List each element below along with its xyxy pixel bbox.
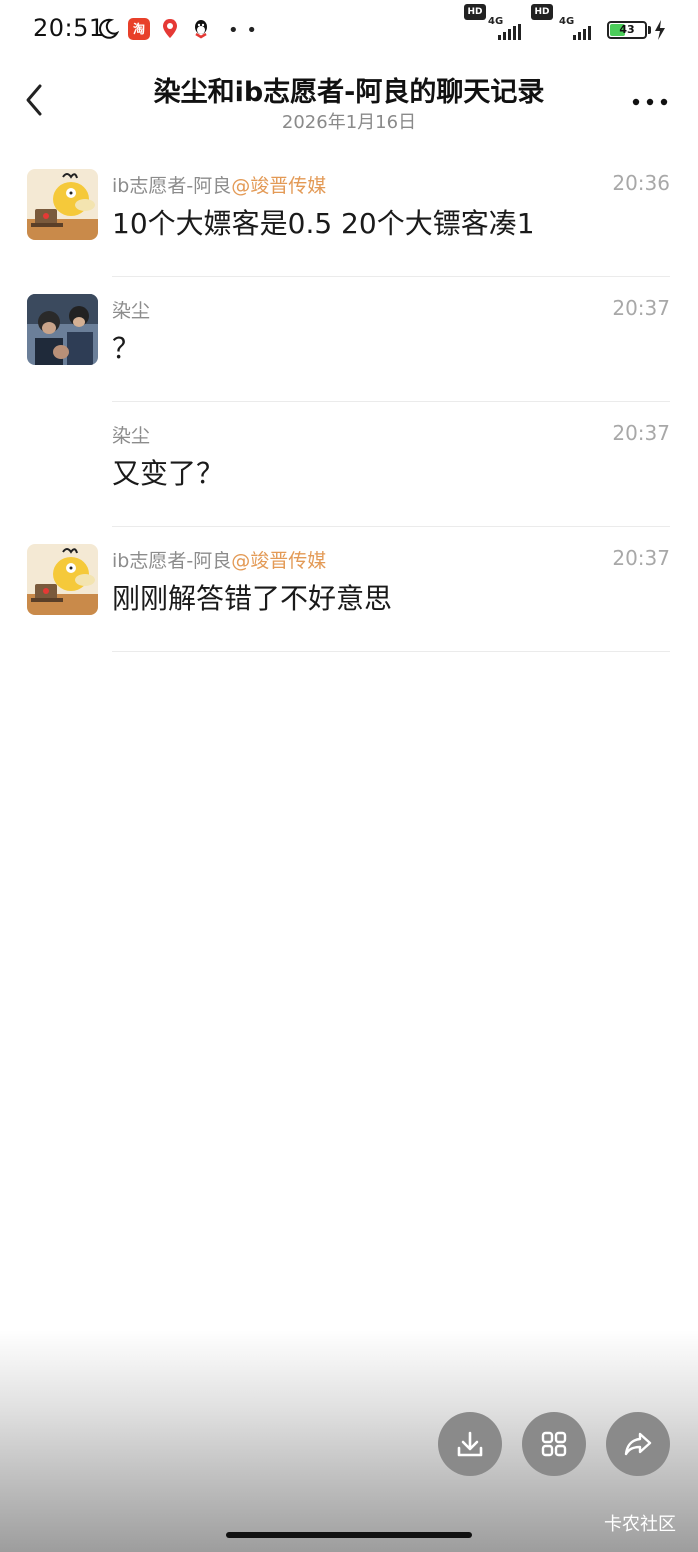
sender-name: 染尘 (112, 300, 151, 322)
chat-message[interactable]: ib志愿者-阿良@竣晋传媒 20:37 刚刚解答错了不好意思 (0, 527, 698, 652)
charging-icon (655, 20, 665, 40)
hd-badge-2: HD (531, 4, 553, 20)
page-title: 染尘和ib志愿者-阿良的聊天记录 (153, 77, 545, 108)
share-button[interactable] (606, 1412, 670, 1476)
chat-message[interactable]: 染尘 20:37 又变了？ (0, 402, 698, 527)
message-time: 20:36 (612, 171, 670, 195)
signal-icon-2: 4G (557, 16, 601, 42)
battery-cap (648, 26, 651, 34)
sender-tag: @竣晋传媒 (231, 550, 327, 572)
divider (112, 651, 670, 652)
photo-avatar-image (27, 294, 98, 365)
status-time: 20:51 (33, 14, 105, 42)
message-text: ？ (112, 332, 141, 365)
download-button[interactable] (438, 1412, 502, 1476)
message-text: 刚刚解答错了不好意思 (112, 582, 393, 615)
duck-avatar-image (27, 544, 98, 615)
message-text: 又变了？ (112, 457, 225, 490)
sender-tag: @竣晋传媒 (231, 175, 327, 197)
sender-name: ib志愿者-阿良@竣晋传媒 (112, 175, 327, 197)
duck-avatar[interactable] (27, 169, 98, 240)
chat-message[interactable]: 染尘 20:37 ？ (0, 277, 698, 402)
download-icon (457, 1431, 483, 1457)
battery-level: 43 (619, 23, 635, 36)
watermark: 卡农社区 (604, 1514, 676, 1535)
more-options-icon[interactable] (628, 82, 672, 118)
sender-name: 染尘 (112, 425, 151, 447)
hd-badge: HD (464, 4, 486, 20)
qq-icon (195, 20, 207, 39)
moon-icon (99, 18, 119, 39)
page-date: 2026年1月16日 (281, 112, 417, 133)
message-text: 10个大嫖客是0.5 20个大镖客凑1 (112, 207, 535, 240)
chat-message[interactable]: ib志愿者-阿良@竣晋传媒 20:36 10个大嫖客是0.5 20个大镖客凑1 (0, 152, 698, 277)
grid-icon (541, 1431, 567, 1457)
sender-name: ib志愿者-阿良@竣晋传媒 (112, 550, 327, 572)
photo-avatar[interactable] (27, 294, 98, 365)
duck-avatar[interactable] (27, 544, 98, 615)
map-pin-icon (163, 19, 177, 38)
status-bar: 20:51 淘 • • HD 4G HD 4G 43 (0, 0, 698, 62)
message-time: 20:37 (612, 421, 670, 445)
bottom-overlay (0, 1330, 698, 1552)
signal-icon: 4G (488, 16, 528, 42)
home-indicator[interactable] (226, 1532, 472, 1538)
more-notifications-icon: • • (228, 20, 258, 41)
message-time: 20:37 (612, 546, 670, 570)
chat-header: 染尘和ib志愿者-阿良的聊天记录 2026年1月16日 (0, 62, 698, 142)
grid-button[interactable] (522, 1412, 586, 1476)
taobao-app-icon: 淘 (128, 18, 150, 40)
share-icon (624, 1432, 652, 1456)
duck-avatar-image (27, 169, 98, 240)
message-time: 20:37 (612, 296, 670, 320)
battery-icon: 43 (607, 21, 647, 39)
